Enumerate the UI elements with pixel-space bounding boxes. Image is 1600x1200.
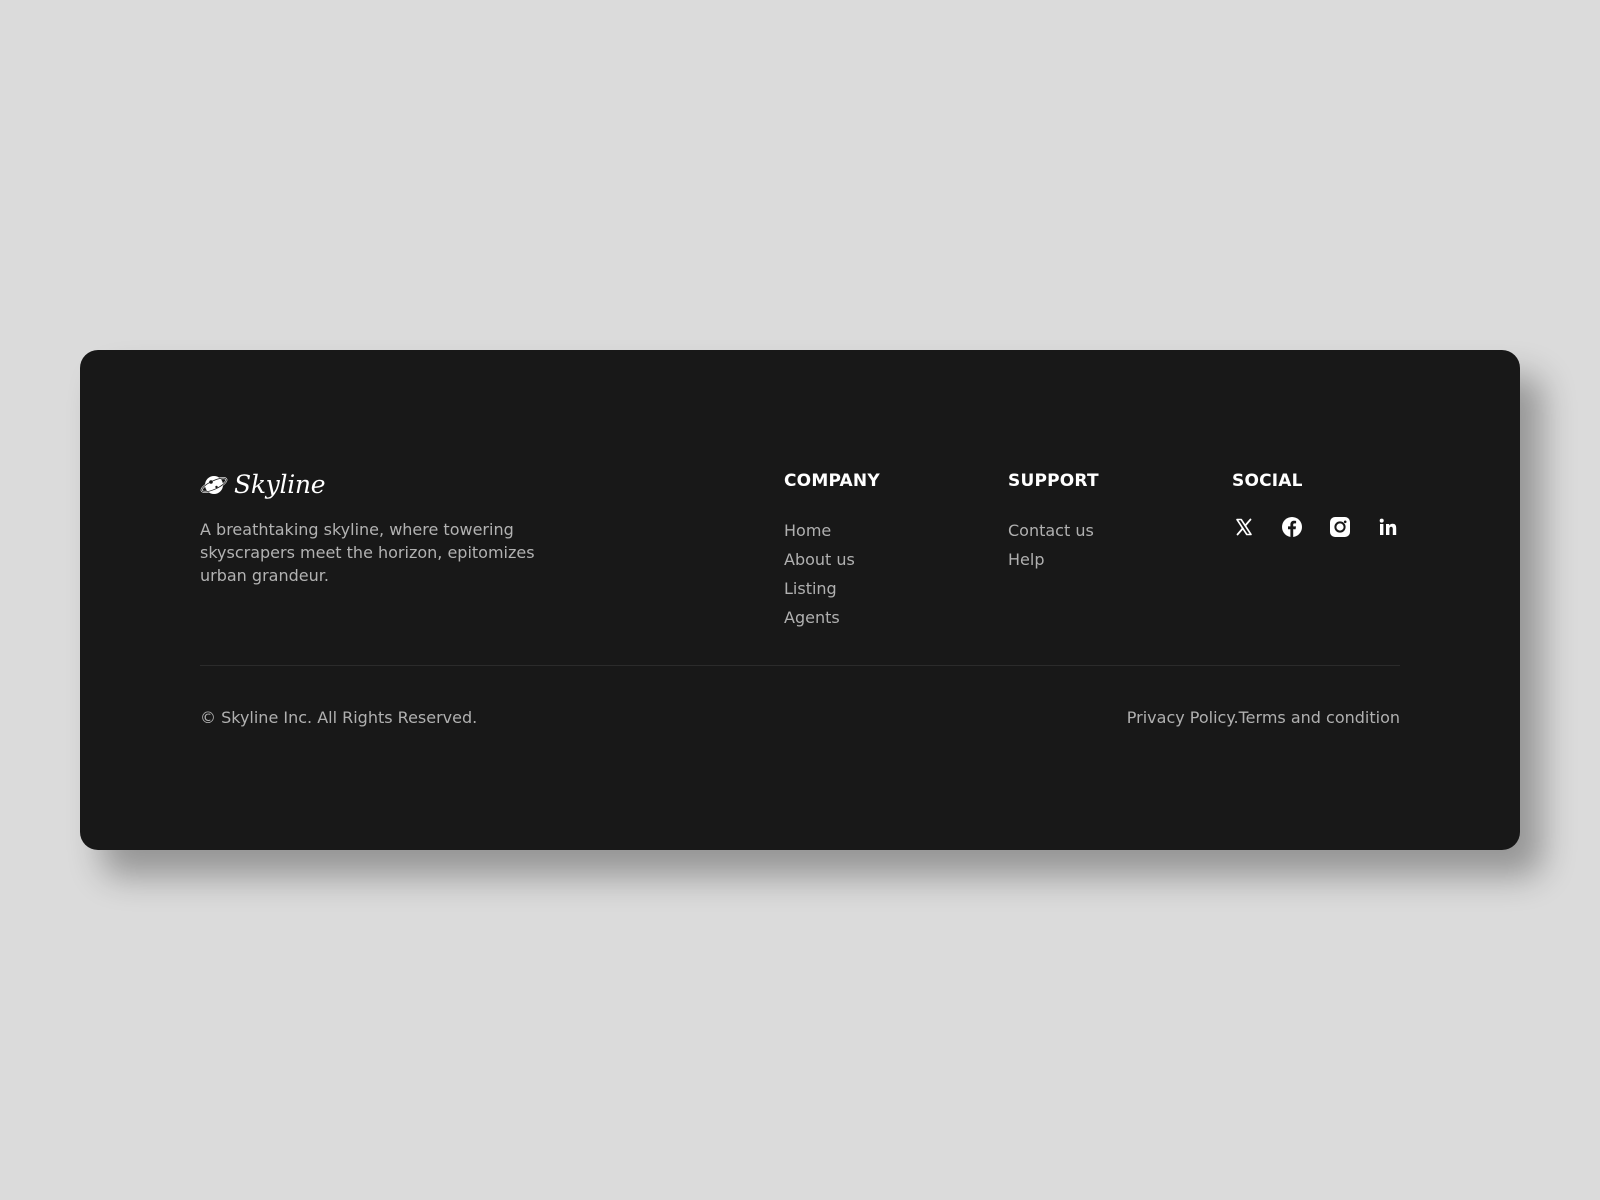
social-heading: SOCIAL: [1232, 471, 1303, 491]
copyright-text: © Skyline Inc. All Rights Reserved.: [200, 708, 478, 727]
brand-logo[interactable]: Skyline: [200, 470, 325, 499]
facebook-icon[interactable]: [1280, 515, 1304, 539]
company-column: COMPANY Home About us Listing Agents: [784, 469, 880, 632]
privacy-policy-link[interactable]: Privacy Policy.: [1127, 708, 1239, 727]
footer-link-agents[interactable]: Agents: [784, 603, 880, 632]
footer-link-contact-us[interactable]: Contact us: [1008, 516, 1099, 545]
footer: Skyline A breathtaking skyline, where to…: [80, 350, 1520, 850]
brand-tagline: A breathtaking skyline, where towering s…: [200, 520, 535, 585]
footer-link-listing[interactable]: Listing: [784, 574, 880, 603]
support-column: SUPPORT Contact us Help: [1008, 469, 1099, 574]
company-heading: COMPANY: [784, 471, 880, 491]
social-column: SOCIAL: [1232, 469, 1400, 539]
terms-link[interactable]: Terms and condition: [1239, 708, 1400, 727]
linkedin-icon[interactable]: [1376, 515, 1400, 539]
footer-link-about-us[interactable]: About us: [784, 545, 880, 574]
x-icon[interactable]: [1232, 515, 1256, 539]
brand-name: Skyline: [234, 470, 326, 499]
instagram-icon[interactable]: [1328, 515, 1352, 539]
planet-icon: [200, 472, 228, 498]
legal-links: Privacy Policy.Terms and condition: [1127, 707, 1400, 729]
footer-divider: [200, 665, 1400, 666]
footer-link-help[interactable]: Help: [1008, 545, 1099, 574]
support-heading: SUPPORT: [1008, 471, 1099, 491]
footer-link-home[interactable]: Home: [784, 516, 880, 545]
